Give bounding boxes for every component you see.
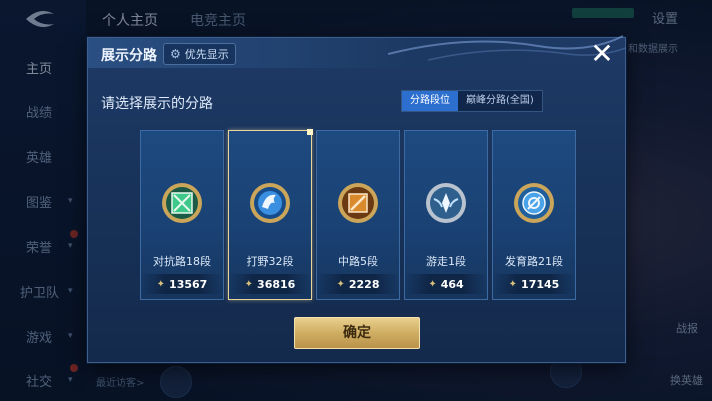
dialog-title: 展示分路 — [101, 48, 157, 64]
lane-card-jungle[interactable]: 打野32段 ✦ 36816 — [228, 129, 313, 300]
lane-name: 发育路21段 — [505, 255, 563, 268]
score-icon: ✦ — [336, 278, 345, 290]
lane-name: 游走1段 — [426, 255, 466, 268]
lane-score: ✦ 13567 — [141, 274, 223, 294]
score-value: 464 — [440, 277, 464, 291]
selected-marker — [307, 129, 313, 135]
score-value: 17145 — [521, 277, 560, 291]
lane-card-farm[interactable]: 发育路21段 ✦ 17145 — [492, 130, 576, 300]
lane-card-mid[interactable]: 中路5段 ✦ 2228 — [316, 130, 400, 300]
lane-name: 中路5段 — [338, 255, 378, 268]
lane-score: ✦ 36816 — [229, 274, 311, 294]
score-icon: ✦ — [508, 278, 518, 290]
score-value: 2228 — [348, 277, 380, 291]
score-value: 36816 — [257, 277, 296, 291]
priority-display-button[interactable]: ⚙ 优先显示 — [163, 43, 236, 65]
score-icon: ✦ — [244, 278, 254, 290]
mid-lane-emblem-icon — [338, 183, 378, 223]
farm-lane-emblem-icon — [514, 183, 554, 223]
score-value: 13567 — [169, 277, 208, 291]
lane-display-dialog: 展示分路 ⚙ 优先显示 ✕ 请选择展示的分路 分路段位 巅峰分路(全国) 对抗路… — [87, 35, 627, 363]
clash-lane-emblem-icon — [162, 183, 202, 223]
lane-type-tabs: 分路段位 巅峰分路(全国) — [401, 90, 543, 112]
lane-name: 对抗路18段 — [153, 255, 211, 268]
jungle-dragon-emblem-icon — [250, 183, 290, 223]
score-icon: ✦ — [428, 278, 437, 290]
roam-wings-emblem-icon — [426, 183, 466, 223]
close-button[interactable]: ✕ — [588, 40, 616, 68]
tab-lane-rank[interactable]: 分路段位 — [402, 91, 458, 111]
lane-card-roam[interactable]: 游走1段 ✦ 464 — [404, 130, 488, 300]
lane-name: 打野32段 — [246, 255, 294, 268]
selection-prompt: 请选择展示的分路 — [101, 96, 213, 112]
score-icon: ✦ — [156, 278, 166, 290]
priority-label: 优先显示 — [184, 48, 229, 61]
lane-score: ✦ 17145 — [493, 274, 575, 294]
lane-score: ✦ 2228 — [317, 274, 399, 294]
tab-peak-lane-national[interactable]: 巅峰分路(全国) — [458, 91, 542, 111]
lane-score: ✦ 464 — [405, 274, 487, 294]
gear-icon: ⚙ — [170, 47, 181, 61]
lane-card-clash[interactable]: 对抗路18段 ✦ 13567 — [140, 130, 224, 300]
confirm-button[interactable]: 确定 — [294, 317, 420, 349]
